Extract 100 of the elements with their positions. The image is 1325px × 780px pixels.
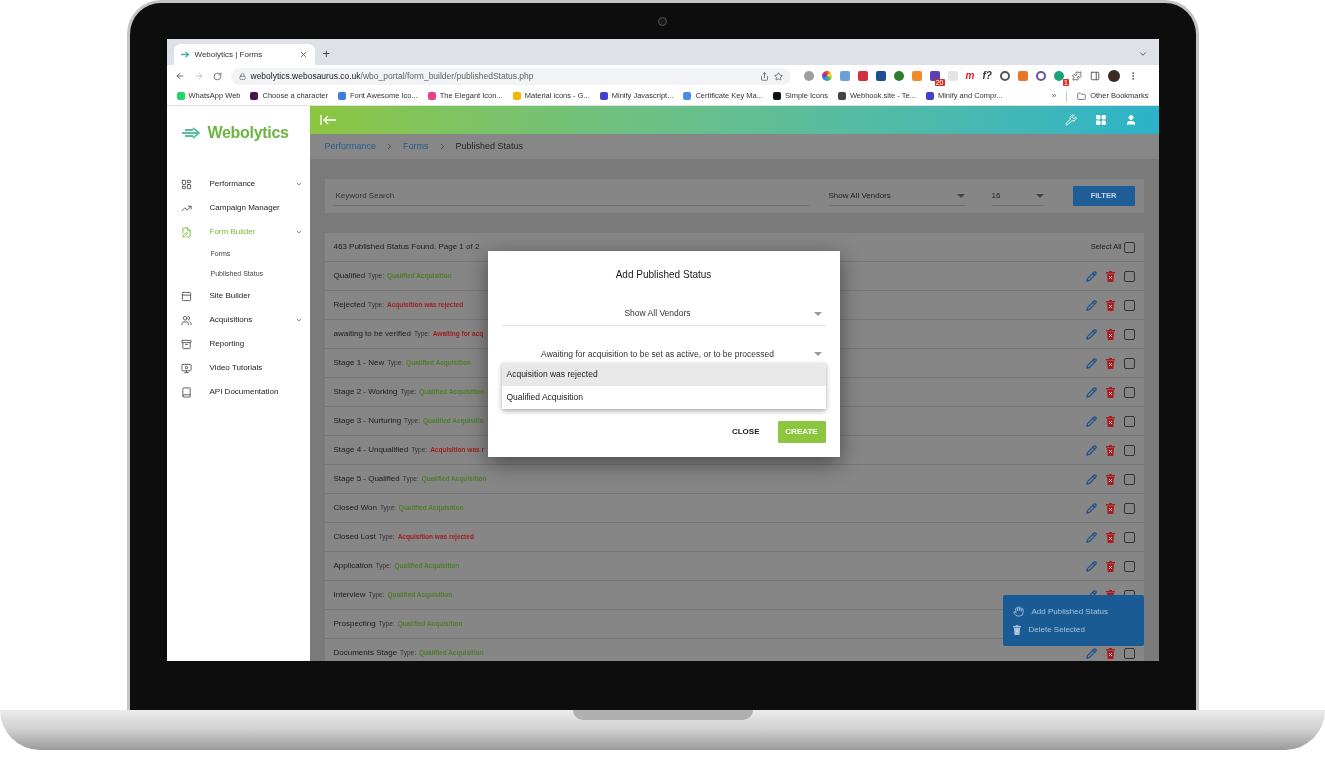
checkbox[interactable] xyxy=(1123,444,1135,456)
checkbox[interactable] xyxy=(1123,473,1135,485)
dropdown-option[interactable]: Acquisition was rejected xyxy=(501,363,826,386)
checkbox[interactable] xyxy=(1123,357,1135,369)
checkbox[interactable] xyxy=(1123,647,1135,659)
address-bar[interactable]: webolytics.webosaurus.co.uk/wbo_portal/form_builder/publishedStatus.php xyxy=(230,67,791,85)
status-name: Application xyxy=(333,560,373,572)
delete-icon[interactable] xyxy=(1105,386,1115,398)
extension-icon[interactable] xyxy=(857,71,868,81)
dropdown-arrow-icon xyxy=(956,193,965,198)
edit-icon[interactable] xyxy=(1085,357,1097,369)
checkbox[interactable] xyxy=(1123,328,1135,340)
people-icon xyxy=(180,314,192,326)
checkbox[interactable] xyxy=(1123,241,1135,253)
edit-icon[interactable] xyxy=(1085,386,1097,398)
checkbox[interactable] xyxy=(1123,415,1135,427)
edit-icon[interactable] xyxy=(1085,299,1097,311)
chevron-down-icon[interactable] xyxy=(294,180,303,188)
status-name: Stage 1 - New xyxy=(333,357,385,369)
edit-icon[interactable] xyxy=(1085,560,1097,572)
status-name: Closed Won xyxy=(333,502,377,514)
share-icon[interactable] xyxy=(759,71,769,81)
dashboard-icon xyxy=(180,178,192,190)
sidebar-item[interactable]: API Documentation xyxy=(166,380,310,404)
modal-select[interactable]: Awaiting for acquisition to be set as active, or to be processed xyxy=(501,342,826,366)
new-tab-button[interactable]: + xyxy=(322,47,331,60)
sidebar-item[interactable]: Performance xyxy=(166,172,310,196)
edit-icon[interactable] xyxy=(1085,502,1097,514)
edit-icon[interactable] xyxy=(1085,444,1097,456)
extension-icon[interactable] xyxy=(875,71,886,81)
delete-icon[interactable] xyxy=(1105,415,1115,427)
close-icon[interactable] xyxy=(298,50,308,59)
back-icon[interactable] xyxy=(174,71,185,81)
checkbox[interactable] xyxy=(1123,386,1135,398)
edit-icon[interactable] xyxy=(1085,415,1097,427)
side-panel-icon[interactable] xyxy=(1089,71,1100,81)
extension-icon[interactable] xyxy=(893,71,904,81)
delete-icon[interactable] xyxy=(1105,502,1115,514)
star-icon[interactable] xyxy=(773,71,783,81)
wrench-icon[interactable] xyxy=(1064,114,1077,126)
delete-icon[interactable] xyxy=(1105,647,1115,659)
sidebar-item[interactable]: Campaign Manager xyxy=(166,196,310,220)
vendor-select[interactable]: Show All Vendors xyxy=(828,186,965,206)
delete-icon[interactable] xyxy=(1105,531,1115,543)
result-summary: 463 Published Status Found. Page 1 of 2 xyxy=(333,241,481,253)
chevron-down-icon[interactable] xyxy=(294,228,303,236)
extension-icon[interactable] xyxy=(999,71,1010,81)
extension-icon[interactable] xyxy=(821,71,832,81)
sidebar-item[interactable]: Acquisitions xyxy=(166,308,310,332)
dropdown-arrow-icon xyxy=(813,311,822,316)
status-name: Interview xyxy=(333,589,366,601)
avatar[interactable] xyxy=(1107,70,1120,82)
edit-icon[interactable] xyxy=(1085,473,1097,485)
checkbox[interactable] xyxy=(1123,299,1135,311)
status-name: Qualified xyxy=(333,270,366,282)
checkbox[interactable] xyxy=(1123,502,1135,514)
delete-icon[interactable] xyxy=(1105,299,1115,311)
grid-icon[interactable] xyxy=(1094,114,1107,126)
extension-icon[interactable] xyxy=(929,71,940,81)
keyword-search-field[interactable]: Keyword Search xyxy=(332,186,809,206)
chevron-down-icon[interactable] xyxy=(294,316,303,324)
status-name: Stage 4 - Unqualified xyxy=(333,444,409,456)
pen-icon xyxy=(180,226,192,238)
camera-icon xyxy=(658,17,667,26)
delete-icon[interactable] xyxy=(1105,270,1115,282)
edit-icon[interactable] xyxy=(1085,328,1097,340)
delete-icon[interactable] xyxy=(1105,357,1115,369)
logo: Webolytics xyxy=(207,123,289,143)
extension-icon[interactable]: m xyxy=(965,71,975,81)
browser-tab[interactable]: Webolytics | Forms xyxy=(173,44,315,65)
per-page-select[interactable]: 16 xyxy=(991,186,1044,206)
trash-icon[interactable] xyxy=(1012,624,1021,635)
edit-icon[interactable] xyxy=(1085,270,1097,282)
reload-icon[interactable] xyxy=(212,71,222,81)
lock-icon xyxy=(238,72,246,80)
dropdown-option[interactable]: Qualified Acquisition xyxy=(501,386,826,409)
sidebar-item[interactable]: Video Tutorials xyxy=(166,356,310,380)
speed-dial-action[interactable]: Add Published Status xyxy=(1012,605,1134,618)
close-button[interactable]: CLOSE xyxy=(721,421,770,443)
delete-icon[interactable] xyxy=(1105,560,1115,572)
puzzle-icon[interactable] xyxy=(1071,71,1082,81)
user-icon[interactable] xyxy=(1124,114,1137,126)
extension-icon[interactable]: f? xyxy=(982,71,992,81)
checkbox[interactable] xyxy=(1123,270,1135,282)
checkbox[interactable] xyxy=(1123,531,1135,543)
edit-icon[interactable] xyxy=(1085,647,1097,659)
chevron-down-icon[interactable] xyxy=(1137,49,1148,59)
speed-dial-action[interactable]: Delete Selected xyxy=(1012,623,1134,636)
sidebar-item[interactable]: Site Builder xyxy=(166,284,310,308)
delete-icon[interactable] xyxy=(1105,473,1115,485)
extension-icon[interactable] xyxy=(1035,71,1046,81)
collapse-icon[interactable] xyxy=(319,115,337,125)
edit-icon[interactable] xyxy=(1085,531,1097,543)
more-bookmarks-button[interactable]: » xyxy=(1051,90,1057,102)
modal-select[interactable]: Show All Vendors xyxy=(501,302,826,326)
delete-icon[interactable] xyxy=(1105,328,1115,340)
book-icon xyxy=(180,386,192,398)
delete-icon[interactable] xyxy=(1105,444,1115,456)
sidebar-item[interactable]: Reporting xyxy=(166,332,310,356)
checkbox[interactable] xyxy=(1123,560,1135,572)
